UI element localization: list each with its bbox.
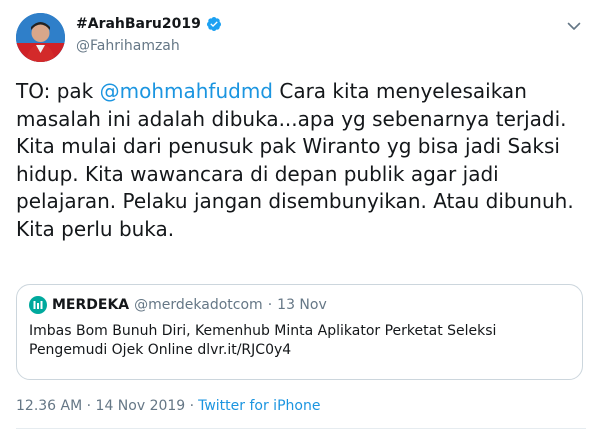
tweet-text: TO: pak @mohmahfudmd Cara kita menyelesa… [16, 78, 586, 243]
chevron-down-icon[interactable] [566, 18, 582, 34]
tweet: #ArahBaru2019 @Fahrihamzah TO: pak @mohm… [0, 0, 602, 430]
author-handle[interactable]: @Fahrihamzah [76, 38, 180, 54]
tweet-text-prefix: TO: pak [16, 79, 100, 103]
avatar-photo-icon [16, 13, 65, 62]
merdeka-logo-icon [29, 296, 47, 314]
author-name-row[interactable]: #ArahBaru2019 [76, 16, 222, 32]
tweet-timestamp[interactable]: 12.36 AM · 14 Nov 2019 · [16, 398, 194, 414]
quoted-tweet-header: MERDEKA @merdekadotcom · 13 Nov [29, 296, 327, 314]
author-display-name[interactable]: #ArahBaru2019 [76, 16, 201, 32]
tweet-text-body: Cara kita menyelesaikan masalah ini adal… [16, 79, 574, 241]
quoted-author-name: MERDEKA [52, 297, 130, 313]
quoted-tweet-text: Imbas Bom Bunuh Diri, Kemenhub Minta Apl… [29, 323, 497, 358]
verified-badge-icon [206, 17, 221, 31]
tweet-source-link[interactable]: Twitter for iPhone [198, 398, 320, 414]
quoted-author-handle: @merdekadotcom [134, 297, 263, 313]
divider [16, 428, 586, 429]
avatar[interactable] [16, 13, 65, 62]
quoted-separator: · [267, 297, 273, 313]
quoted-date: 13 Nov [277, 297, 327, 313]
quoted-tweet-card[interactable]: MERDEKA @merdekadotcom · 13 Nov Imbas Bo… [16, 284, 583, 380]
mention-link[interactable]: @mohmahfudmd [100, 79, 273, 103]
tweet-meta: 12.36 AM · 14 Nov 2019 · Twitter for iPh… [16, 398, 320, 414]
